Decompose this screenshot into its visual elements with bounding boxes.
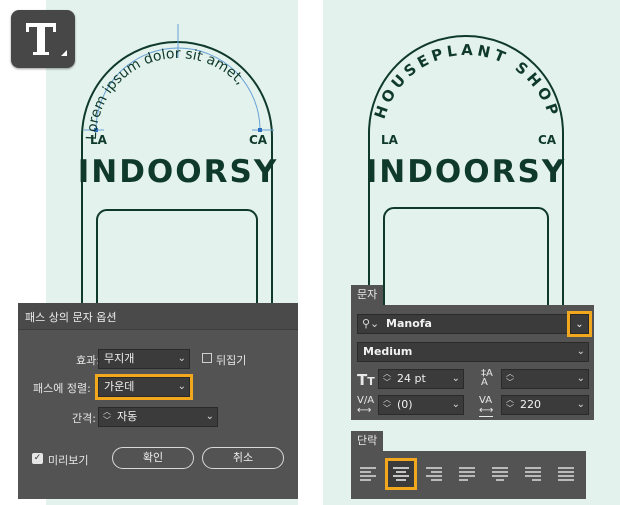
justify-last-right-icon	[525, 467, 541, 481]
spacing-field[interactable]: ︿ ﹀ 자동 ⌄	[98, 407, 218, 427]
spinner-icon[interactable]: ︿ ﹀	[103, 407, 111, 425]
badge-inner-right	[383, 207, 549, 305]
spinner-icon[interactable]: ︿ ﹀	[506, 395, 514, 413]
effect-dropdown[interactable]: 무지개 ⌄	[98, 349, 190, 369]
chevron-down-icon: ⌄	[177, 381, 186, 392]
chevron-down-icon: ⌄	[576, 399, 585, 410]
chevron-down-icon: ⌄	[576, 346, 585, 357]
justify-last-center-icon	[492, 467, 508, 481]
kerning-value: (0)	[397, 398, 413, 411]
spinner-icon[interactable]: ︿ ﹀	[506, 369, 514, 387]
justify-last-center-button[interactable]	[487, 461, 513, 487]
justify-last-left-button[interactable]	[454, 461, 480, 487]
spinner-icon[interactable]: ︿ ﹀	[383, 369, 391, 387]
tracking-icon: VA ⟷	[479, 395, 494, 417]
chevron-down-icon: ⌄	[451, 373, 460, 384]
character-panel-tab[interactable]: 문자	[351, 285, 384, 305]
spinner-icon[interactable]: ︿ ﹀	[383, 395, 391, 413]
ok-button[interactable]: 확인	[112, 447, 194, 469]
justify-all-button[interactable]	[553, 461, 579, 487]
font-style-value: Medium	[363, 345, 413, 358]
font-family-dropdown-button[interactable]: ⌄	[567, 311, 592, 337]
align-center-button[interactable]	[385, 458, 417, 490]
label-la-right: LA	[381, 133, 399, 147]
leading-icon: ‡A A	[481, 368, 493, 388]
preview-label: 미리보기	[48, 454, 89, 467]
flip-checkbox[interactable]	[202, 353, 212, 363]
label-la-left: LA	[90, 133, 108, 147]
justify-last-right-button[interactable]	[520, 461, 546, 487]
paragraph-panel-tab[interactable]: 단락	[351, 431, 384, 451]
cancel-button[interactable]: 취소	[202, 447, 284, 469]
anchor-right[interactable]	[258, 128, 262, 132]
badge-inner-left	[96, 209, 258, 305]
kerning-field[interactable]: ︿ ﹀ (0) ⌄	[378, 395, 464, 415]
effect-value: 무지개	[104, 352, 135, 365]
align-left-button[interactable]	[355, 461, 381, 487]
font-size-field[interactable]: ︿ ﹀ 24 pt ⌄	[378, 369, 464, 389]
align-left-icon	[360, 467, 376, 481]
align-right-icon	[426, 467, 442, 481]
search-icon: ⚲⌄	[362, 317, 380, 330]
effect-label: 효과:	[76, 354, 100, 367]
chevron-down-icon: ⌄	[575, 319, 584, 330]
spacing-value: 자동	[117, 410, 138, 423]
spacing-label: 간격:	[72, 412, 96, 425]
justify-all-icon	[558, 467, 574, 481]
font-family-value: Manofa	[386, 317, 432, 330]
tracking-value: 220	[520, 398, 541, 411]
leading-field[interactable]: ︿ ﹀ ⌄	[501, 369, 589, 389]
chevron-down-icon: ⌄	[451, 399, 460, 410]
align-to-path-value: 가운데	[104, 380, 135, 393]
type-tool-icon	[26, 23, 67, 56]
label-ca-left: CA	[249, 133, 268, 147]
flip-label: 뒤집기	[216, 354, 247, 367]
label-ca-right: CA	[538, 133, 557, 147]
align-center-icon	[393, 467, 409, 481]
font-style-dropdown[interactable]: Medium ⌄	[357, 342, 589, 362]
paragraph-panel	[351, 451, 586, 499]
chevron-down-icon: ⌄	[576, 373, 585, 384]
align-right-button[interactable]	[421, 461, 447, 487]
justify-last-left-icon	[459, 467, 475, 481]
font-size-icon: TT	[357, 371, 375, 389]
preview-checkbox[interactable]: ✓	[32, 453, 43, 464]
curve-text-right: HOUSEPLANT SHOP	[371, 41, 563, 121]
chevron-down-icon: ⌄	[205, 411, 214, 422]
type-tool-button[interactable]	[11, 10, 75, 68]
brand-text-right: INDOORSY	[366, 154, 567, 190]
type-on-path-dialog: 패스 상의 문자 옵션 효과: 무지개 ⌄ 뒤집기 패스에 정렬: 가운데 ⌄ …	[18, 303, 298, 499]
brand-text-left: INDOORSY	[78, 154, 279, 190]
curve-text-left: Lorem ipsum dolor sit amet,	[84, 46, 248, 140]
dialog-titlebar: 패스 상의 문자 옵션	[18, 303, 298, 330]
tracking-field[interactable]: ︿ ﹀ 220 ⌄	[501, 395, 589, 415]
font-size-value: 24 pt	[397, 372, 426, 385]
kerning-icon: V/A ⟷	[357, 395, 375, 416]
align-to-path-label: 패스에 정렬:	[33, 382, 91, 395]
character-panel: ⚲⌄ Manofa ⌄ Medium ⌄ TT ︿ ﹀ 24 pt ⌄ ‡A A ︿…	[351, 305, 594, 420]
align-to-path-dropdown[interactable]: 가운데 ⌄	[95, 374, 193, 400]
font-family-field[interactable]: ⚲⌄ Manofa	[357, 314, 569, 334]
chevron-down-icon: ⌄	[177, 353, 186, 364]
dialog-title: 패스 상의 문자 옵션	[25, 311, 117, 324]
